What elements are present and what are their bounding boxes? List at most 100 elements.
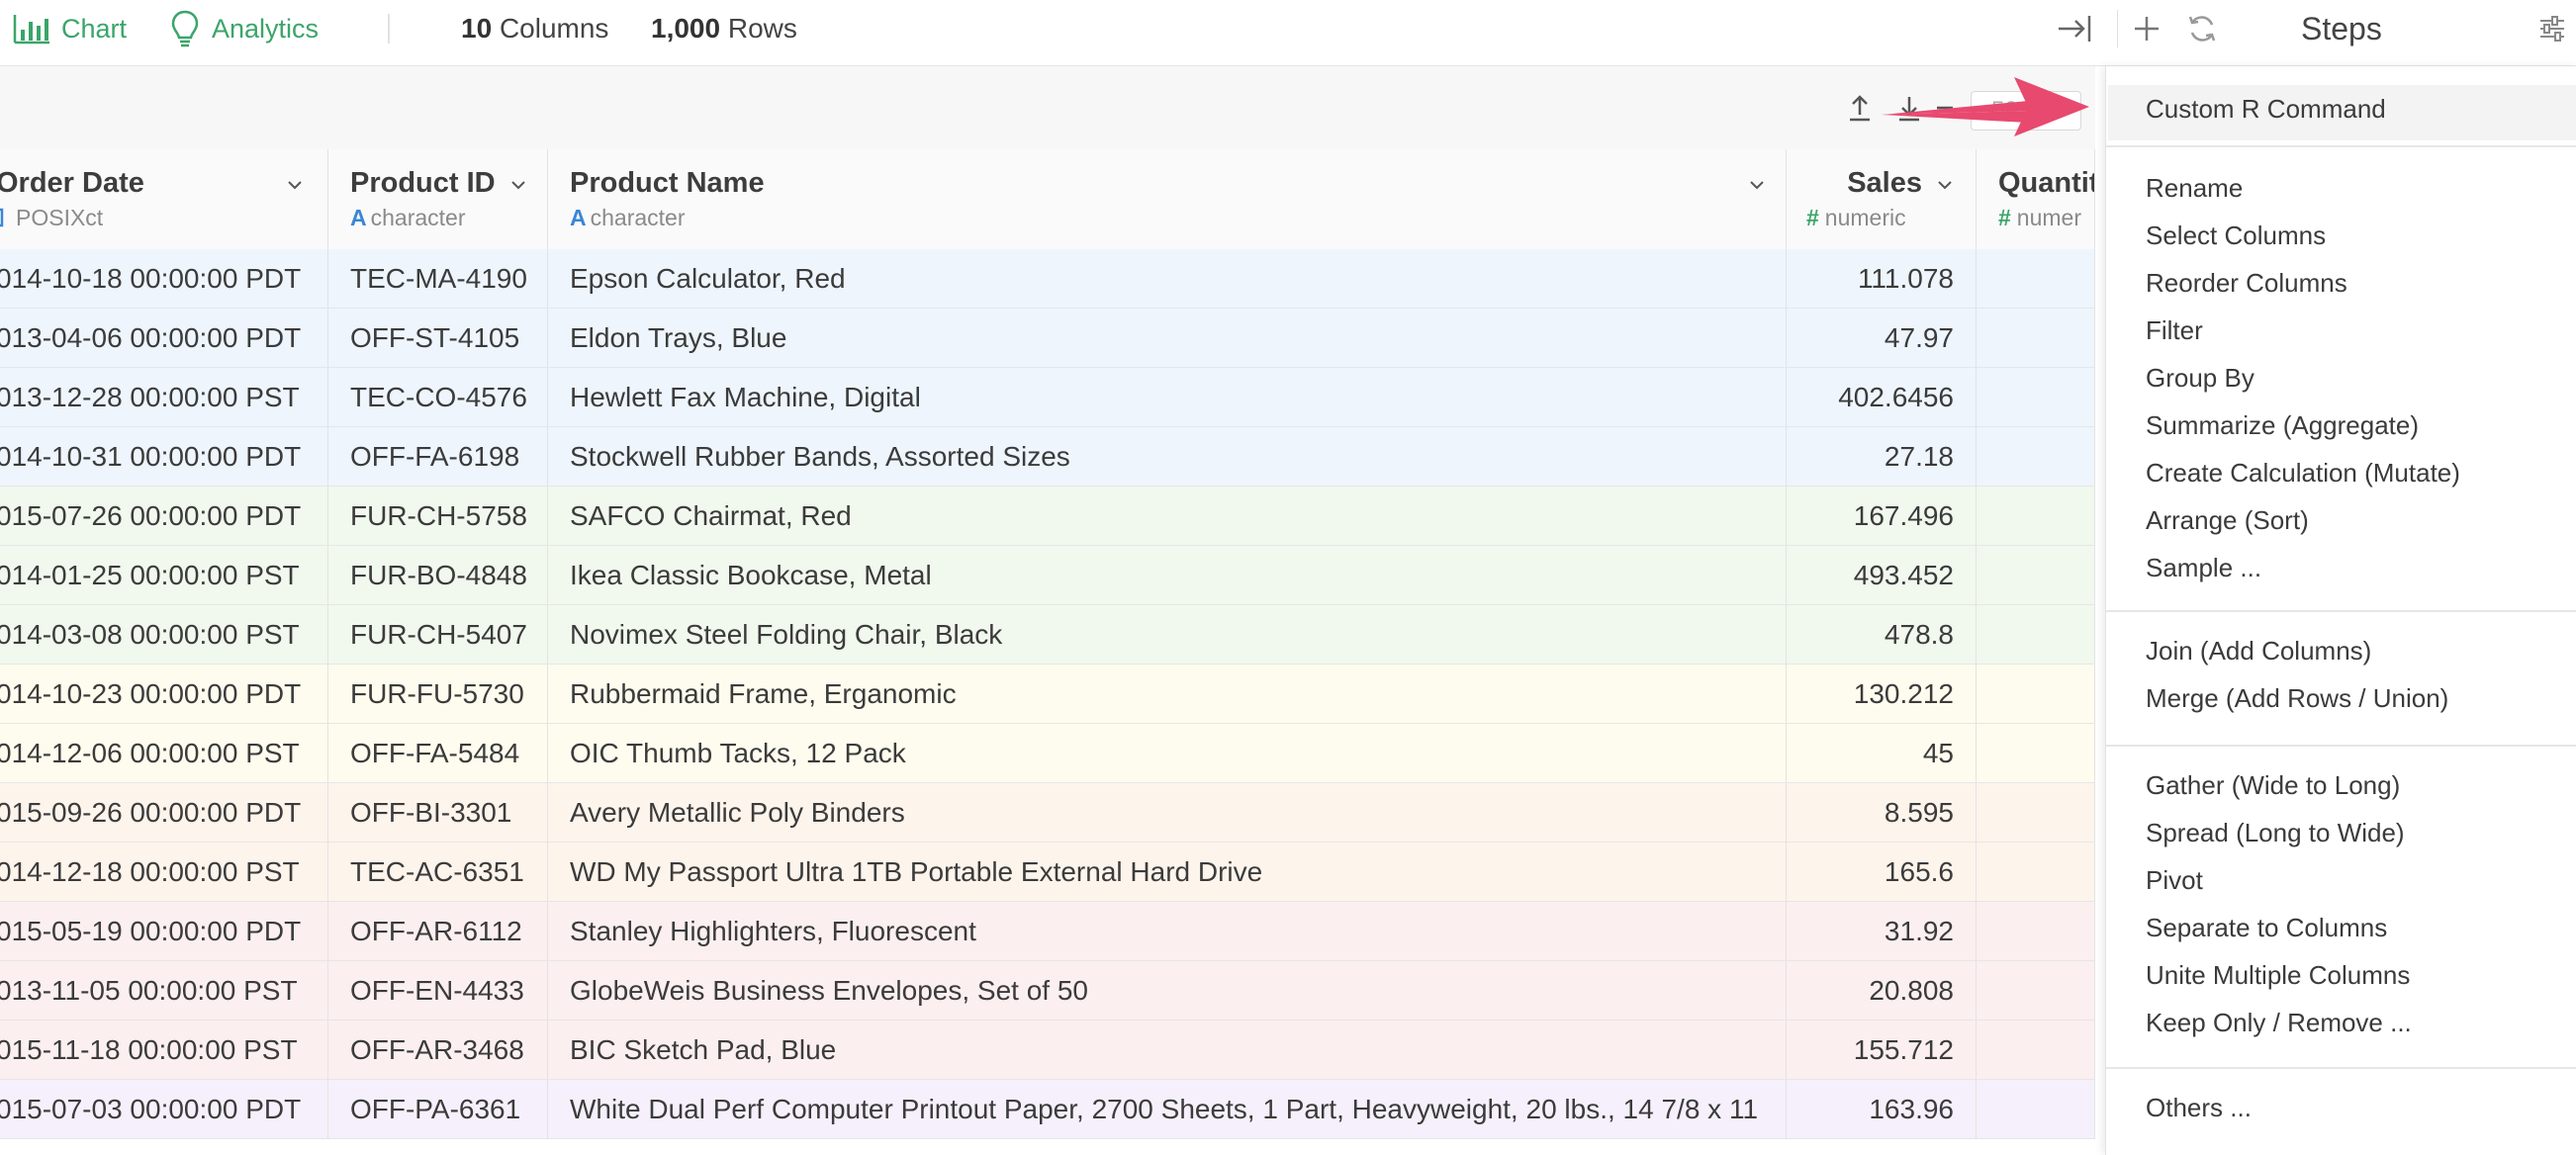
chevron-down-icon[interactable] — [510, 177, 526, 193]
menu-item-group-by[interactable]: Group By — [2146, 363, 2254, 394]
product-id-cell[interactable]: TEC-CO-4576 — [328, 368, 548, 426]
sales-cell[interactable]: 31.92 — [1787, 902, 1977, 960]
chevron-down-icon[interactable] — [1937, 177, 1953, 193]
order-date-cell[interactable]: 014-10-23 00:00:00 PDT — [0, 665, 328, 723]
menu-item-sample[interactable]: Sample ... — [2146, 553, 2261, 583]
add-step-icon[interactable] — [2129, 10, 2164, 47]
chart-button[interactable]: Chart — [12, 0, 127, 57]
product-id-cell[interactable]: OFF-AR-3468 — [328, 1021, 548, 1079]
table-row[interactable]: 014-10-23 00:00:00 PDT FUR-FU-5730 Rubberm… — [0, 665, 2095, 724]
sales-cell[interactable]: 165.6 — [1787, 843, 1977, 901]
menu-item-rename[interactable]: Rename — [2146, 173, 2243, 204]
sales-cell[interactable]: 27.18 — [1787, 427, 1977, 486]
product-id-cell[interactable]: FUR-CH-5407 — [328, 605, 548, 664]
product-id-cell[interactable]: OFF-FA-6198 — [328, 427, 548, 486]
product-name-cell[interactable]: Hewlett Fax Machine, Digital — [548, 368, 1787, 426]
sales-cell[interactable]: 155.712 — [1787, 1021, 1977, 1079]
product-name-cell[interactable]: SAFCO Chairmat, Red — [548, 487, 1787, 545]
collapse-panel-icon[interactable] — [2054, 10, 2095, 47]
settings-sliders-icon[interactable] — [2534, 10, 2570, 47]
sales-cell[interactable]: 20.808 — [1787, 961, 1977, 1020]
column-header-order-date[interactable]: Order Date POSIXct — [0, 149, 328, 249]
chevron-down-icon[interactable] — [287, 177, 303, 193]
quantity-cell[interactable] — [1977, 249, 2095, 308]
product-name-cell[interactable]: GlobeWeis Business Envelopes, Set of 50 — [548, 961, 1787, 1020]
column-header-sales[interactable]: Sales # numeric — [1787, 149, 1977, 249]
quantity-cell[interactable] — [1977, 427, 2095, 486]
menu-item-reorder-columns[interactable]: Reorder Columns — [2146, 268, 2347, 299]
order-date-cell[interactable]: 013-11-05 00:00:00 PST — [0, 961, 328, 1020]
menu-item-join-add-columns[interactable]: Join (Add Columns) — [2146, 636, 2371, 666]
column-header-product-id[interactable]: Product ID Acharacter — [328, 149, 548, 249]
order-date-cell[interactable]: 013-12-28 00:00:00 PST — [0, 368, 328, 426]
product-name-cell[interactable]: Eldon Trays, Blue — [548, 309, 1787, 367]
quantity-cell[interactable] — [1977, 546, 2095, 604]
table-row[interactable]: 013-12-28 00:00:00 PST TEC-CO-4576 Hewlett… — [0, 368, 2095, 427]
menu-item-separate-to-columns[interactable]: Separate to Columns — [2146, 913, 2387, 943]
table-row[interactable]: 013-11-05 00:00:00 PST OFF-EN-4433 GlobeWe… — [0, 961, 2095, 1021]
order-date-cell[interactable]: 015-05-19 00:00:00 PDT — [0, 902, 328, 960]
menu-item-pivot[interactable]: Pivot — [2146, 865, 2203, 896]
quantity-cell[interactable] — [1977, 843, 2095, 901]
table-row[interactable]: 015-05-19 00:00:00 PDT OFF-AR-6112 Stanley… — [0, 902, 2095, 961]
product-name-cell[interactable]: Epson Calculator, Red — [548, 249, 1787, 308]
menu-item-merge-add-rows-union[interactable]: Merge (Add Rows / Union) — [2146, 683, 2448, 714]
sales-cell[interactable]: 163.96 — [1787, 1080, 1977, 1138]
product-name-cell[interactable]: Stanley Highlighters, Fluorescent — [548, 902, 1787, 960]
product-id-cell[interactable]: OFF-BI-3301 — [328, 783, 548, 842]
product-name-cell[interactable]: Rubbermaid Frame, Erganomic — [548, 665, 1787, 723]
order-date-cell[interactable]: 014-12-18 00:00:00 PST — [0, 843, 328, 901]
menu-item-summarize-aggregate[interactable]: Summarize (Aggregate) — [2146, 410, 2419, 441]
product-id-cell[interactable]: FUR-CH-5758 — [328, 487, 548, 545]
product-id-cell[interactable]: OFF-FA-5484 — [328, 724, 548, 782]
sales-cell[interactable]: 402.6456 — [1787, 368, 1977, 426]
table-row[interactable]: 013-04-06 00:00:00 PDT OFF-ST-4105 Eldon T… — [0, 309, 2095, 368]
menu-item-gather-wide-to-long[interactable]: Gather (Wide to Long) — [2146, 770, 2400, 801]
sales-cell[interactable]: 111.078 — [1787, 249, 1977, 308]
sales-cell[interactable]: 167.496 — [1787, 487, 1977, 545]
table-row[interactable]: 015-07-03 00:00:00 PDT OFF-PA-6361 White D… — [0, 1080, 2095, 1139]
column-header-quantity[interactable]: Quantit # numer — [1977, 149, 2095, 249]
sales-cell[interactable]: 493.452 — [1787, 546, 1977, 604]
product-name-cell[interactable]: Avery Metallic Poly Binders — [548, 783, 1787, 842]
product-id-cell[interactable]: FUR-FU-5730 — [328, 665, 548, 723]
quantity-cell[interactable] — [1977, 368, 2095, 426]
chevron-down-icon[interactable] — [1749, 177, 1765, 193]
order-date-cell[interactable]: 014-10-18 00:00:00 PDT — [0, 249, 328, 308]
quantity-cell[interactable] — [1977, 487, 2095, 545]
product-id-cell[interactable]: OFF-ST-4105 — [328, 309, 548, 367]
quantity-cell[interactable] — [1977, 605, 2095, 664]
column-header-product-name[interactable]: Product Name Acharacter — [548, 149, 1787, 249]
product-name-cell[interactable]: OIC Thumb Tacks, 12 Pack — [548, 724, 1787, 782]
menu-item-spread-long-to-wide[interactable]: Spread (Long to Wide) — [2146, 818, 2405, 848]
product-id-cell[interactable]: OFF-PA-6361 — [328, 1080, 548, 1138]
product-id-cell[interactable]: OFF-EN-4433 — [328, 961, 548, 1020]
quantity-cell[interactable] — [1977, 902, 2095, 960]
menu-item-filter[interactable]: Filter — [2146, 315, 2203, 346]
table-row[interactable]: 014-01-25 00:00:00 PST FUR-BO-4848 Ikea Cl… — [0, 546, 2095, 605]
menu-item-create-calculation-mutate[interactable]: Create Calculation (Mutate) — [2146, 458, 2460, 489]
refresh-icon[interactable] — [2184, 10, 2220, 47]
table-row[interactable]: 014-10-18 00:00:00 PDT TEC-MA-4190 Epson C… — [0, 249, 2095, 309]
product-id-cell[interactable]: TEC-MA-4190 — [328, 249, 548, 308]
table-row[interactable]: 014-12-06 00:00:00 PST OFF-FA-5484 OIC Thu… — [0, 724, 2095, 783]
product-id-cell[interactable]: TEC-AC-6351 — [328, 843, 548, 901]
sales-cell[interactable]: 478.8 — [1787, 605, 1977, 664]
quantity-cell[interactable] — [1977, 783, 2095, 842]
menu-item-custom-r-command[interactable]: Custom R Command — [2146, 94, 2386, 125]
menu-item-arrange-sort[interactable]: Arrange (Sort) — [2146, 505, 2309, 536]
sales-cell[interactable]: 8.595 — [1787, 783, 1977, 842]
product-name-cell[interactable]: White Dual Perf Computer Printout Paper,… — [548, 1080, 1787, 1138]
quantity-cell[interactable] — [1977, 1021, 2095, 1079]
analytics-button[interactable]: Analytics — [170, 0, 319, 57]
quantity-cell[interactable] — [1977, 724, 2095, 782]
product-name-cell[interactable]: Ikea Classic Bookcase, Metal — [548, 546, 1787, 604]
product-id-cell[interactable]: FUR-BO-4848 — [328, 546, 548, 604]
menu-item-select-columns[interactable]: Select Columns — [2146, 221, 2326, 251]
menu-item-keep-only-remove[interactable]: Keep Only / Remove ... — [2146, 1008, 2412, 1038]
upload-icon[interactable] — [1844, 92, 1876, 124]
table-row[interactable]: 014-12-18 00:00:00 PST TEC-AC-6351 WD My P… — [0, 843, 2095, 902]
product-name-cell[interactable]: BIC Sketch Pad, Blue — [548, 1021, 1787, 1079]
menu-item-others[interactable]: Others ... — [2146, 1093, 2252, 1123]
order-date-cell[interactable]: 014-12-06 00:00:00 PST — [0, 724, 328, 782]
